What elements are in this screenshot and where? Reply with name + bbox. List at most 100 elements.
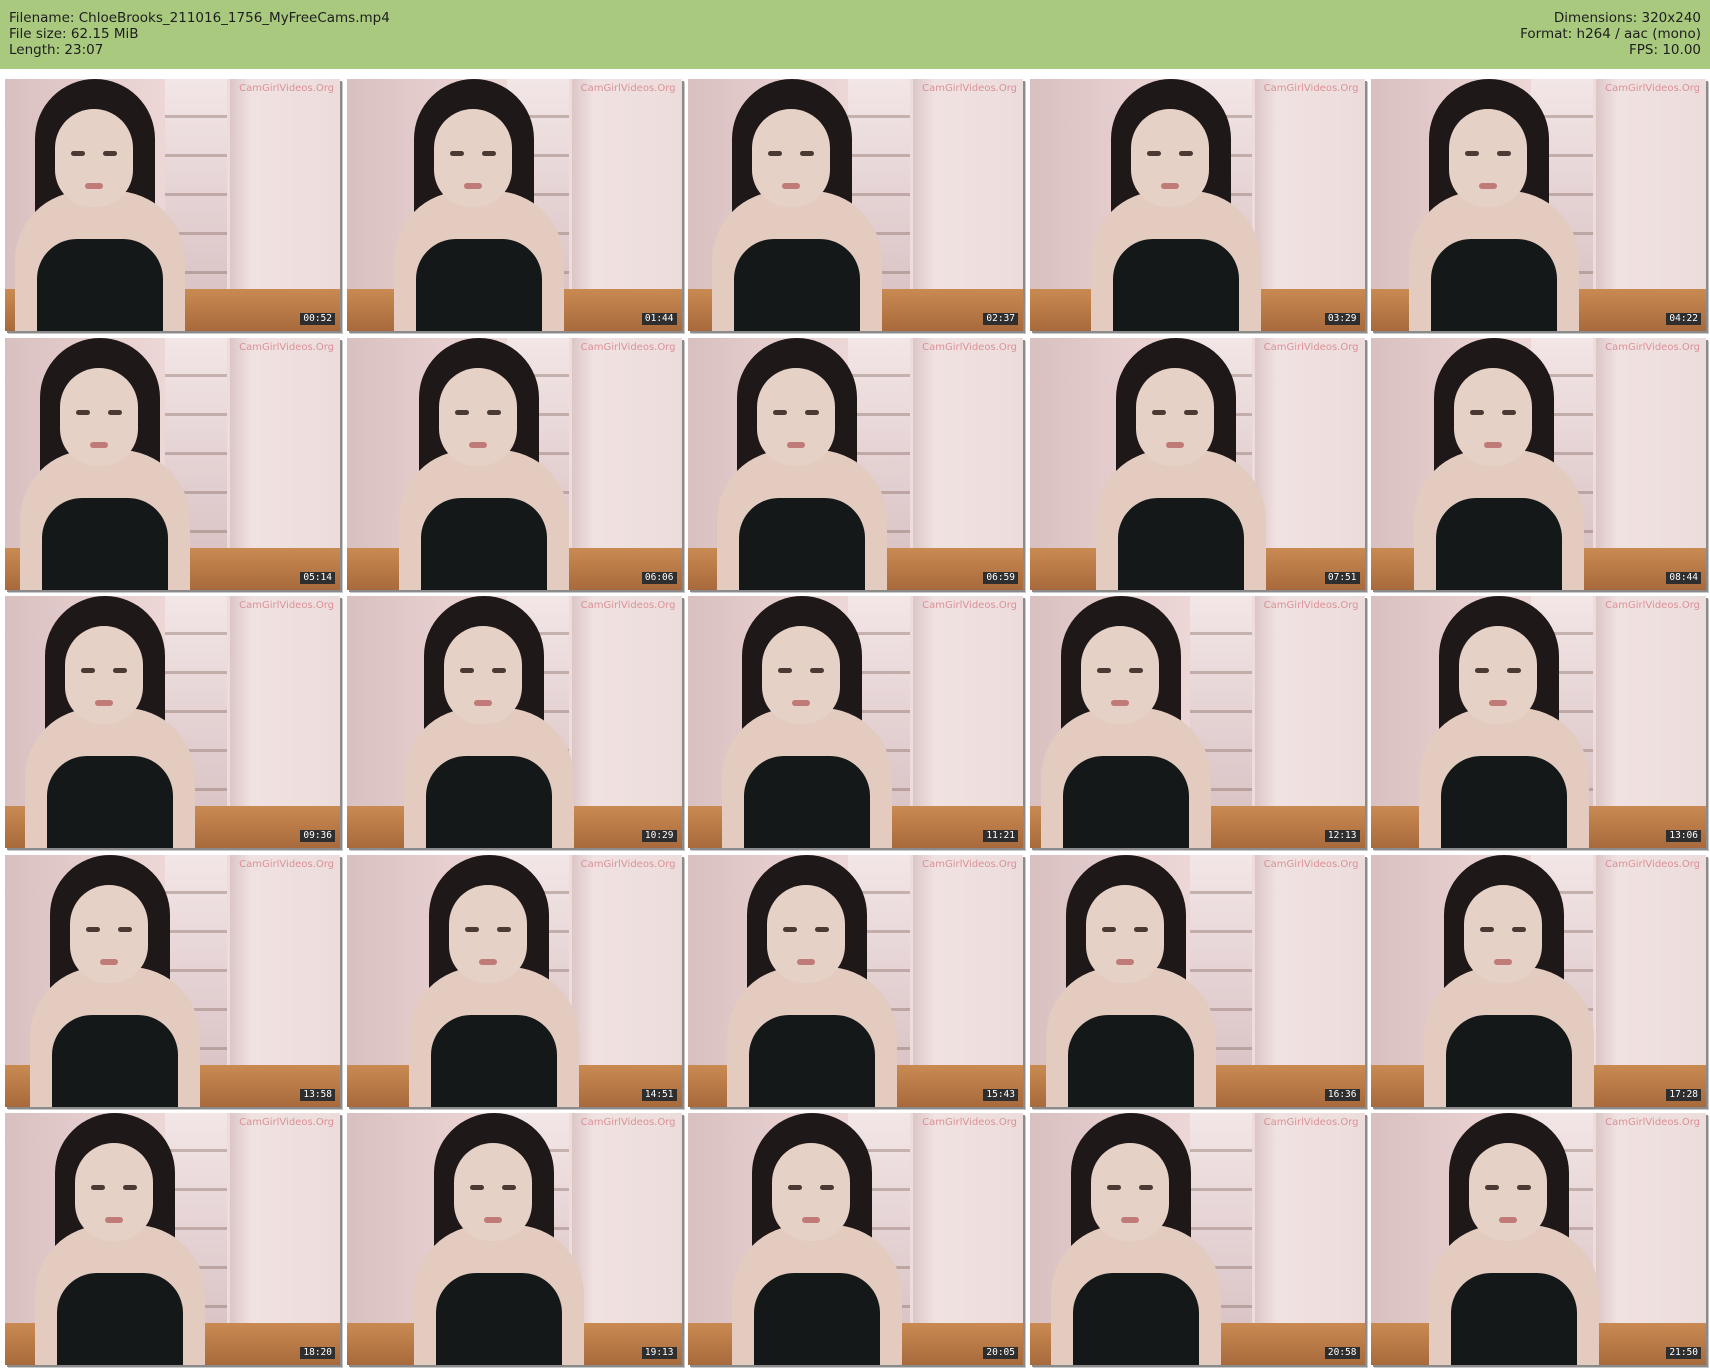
thumbnail-frame: CamGirlVideos.Org 12:13	[1029, 596, 1365, 848]
thumbnail-frame: CamGirlVideos.Org 09:36	[5, 596, 340, 848]
thumbnail-frame: CamGirlVideos.Org 18:20	[5, 1113, 340, 1365]
timestamp-label: 20:05	[983, 1347, 1018, 1359]
video-frame-image	[5, 79, 340, 331]
timestamp-label: 00:52	[300, 313, 335, 325]
thumbnail-frame: CamGirlVideos.Org 08:44	[1371, 337, 1706, 590]
watermark-text: CamGirlVideos.Org	[239, 858, 334, 870]
video-frame-image	[1371, 596, 1706, 848]
thumbnail-frame: CamGirlVideos.Org 07:51	[1029, 337, 1365, 590]
video-frame-image	[1371, 79, 1706, 331]
video-frame-image	[688, 854, 1023, 1107]
timestamp-label: 17:28	[1666, 1088, 1701, 1101]
watermark-text: CamGirlVideos.Org	[580, 858, 676, 870]
thumbnail-frame: CamGirlVideos.Org 11:21	[688, 596, 1023, 848]
timestamp-label: 21:50	[1666, 1347, 1701, 1359]
video-frame-image	[346, 596, 682, 848]
timestamp-label: 03:29	[1324, 313, 1360, 325]
watermark-text: CamGirlVideos.Org	[239, 1117, 334, 1128]
video-frame-image	[5, 854, 340, 1107]
timestamp-label: 09:36	[300, 830, 335, 842]
watermark-text: CamGirlVideos.Org	[1263, 858, 1359, 870]
timestamp-label: 10:29	[641, 830, 677, 842]
video-frame-image	[688, 79, 1023, 331]
video-frame-image	[1371, 1113, 1706, 1365]
thumbnail-frame: CamGirlVideos.Org 19:13	[346, 1113, 682, 1365]
timestamp-label: 08:44	[1666, 571, 1701, 584]
watermark-text: CamGirlVideos.Org	[239, 600, 334, 611]
thumbnail-frame: CamGirlVideos.Org 04:22	[1371, 79, 1706, 331]
thumbnail-grid: CamGirlVideos.Org 00:52 CamGirlVideos.Org 0…	[0, 0, 1710, 1370]
thumbnail-frame: CamGirlVideos.Org 06:59	[688, 337, 1023, 590]
watermark-text: CamGirlVideos.Org	[580, 600, 676, 611]
watermark-text: CamGirlVideos.Org	[1605, 858, 1700, 870]
video-frame-image	[688, 1113, 1023, 1365]
watermark-text: CamGirlVideos.Org	[1263, 341, 1359, 353]
video-frame-image	[346, 337, 682, 590]
timestamp-label: 13:06	[1666, 830, 1701, 842]
timestamp-label: 20:58	[1324, 1347, 1360, 1359]
watermark-text: CamGirlVideos.Org	[922, 858, 1017, 870]
thumbnail-frame: CamGirlVideos.Org 16:36	[1029, 854, 1365, 1107]
watermark-text: CamGirlVideos.Org	[1605, 341, 1700, 353]
watermark-text: CamGirlVideos.Org	[922, 1117, 1017, 1128]
thumbnail-frame: CamGirlVideos.Org 17:28	[1371, 854, 1706, 1107]
video-frame-image	[1029, 854, 1365, 1107]
thumbnail-frame: CamGirlVideos.Org 00:52	[5, 79, 340, 331]
video-frame-image	[346, 1113, 682, 1365]
timestamp-label: 05:14	[300, 571, 335, 584]
video-frame-image	[688, 596, 1023, 848]
video-frame-image	[5, 337, 340, 590]
thumbnail-frame: CamGirlVideos.Org 21:50	[1371, 1113, 1706, 1365]
timestamp-label: 16:36	[1324, 1088, 1360, 1101]
thumbnail-frame: CamGirlVideos.Org 10:29	[346, 596, 682, 848]
watermark-text: CamGirlVideos.Org	[922, 83, 1017, 94]
thumbnail-frame: CamGirlVideos.Org 06:06	[346, 337, 682, 590]
watermark-text: CamGirlVideos.Org	[922, 341, 1017, 353]
timestamp-label: 04:22	[1666, 313, 1701, 325]
thumbnail-frame: CamGirlVideos.Org 20:58	[1029, 1113, 1365, 1365]
video-frame-image	[1029, 79, 1365, 331]
video-frame-image	[1371, 337, 1706, 590]
watermark-text: CamGirlVideos.Org	[1263, 83, 1359, 94]
timestamp-label: 07:51	[1324, 571, 1360, 584]
thumbnail-frame: CamGirlVideos.Org 13:58	[5, 854, 340, 1107]
video-frame-image	[1029, 1113, 1365, 1365]
video-frame-image	[688, 337, 1023, 590]
timestamp-label: 06:06	[641, 571, 677, 584]
thumbnail-frame: CamGirlVideos.Org 13:06	[1371, 596, 1706, 848]
watermark-text: CamGirlVideos.Org	[1605, 1117, 1700, 1128]
video-frame-image	[1029, 337, 1365, 590]
watermark-text: CamGirlVideos.Org	[1605, 600, 1700, 611]
video-frame-image	[346, 854, 682, 1107]
watermark-text: CamGirlVideos.Org	[1263, 600, 1359, 611]
timestamp-label: 13:58	[300, 1088, 335, 1101]
timestamp-label: 15:43	[983, 1088, 1018, 1101]
watermark-text: CamGirlVideos.Org	[239, 83, 334, 94]
thumbnail-frame: CamGirlVideos.Org 05:14	[5, 337, 340, 590]
timestamp-label: 06:59	[983, 571, 1018, 584]
watermark-text: CamGirlVideos.Org	[1263, 1117, 1359, 1128]
thumbnail-frame: CamGirlVideos.Org 03:29	[1029, 79, 1365, 331]
watermark-text: CamGirlVideos.Org	[922, 600, 1017, 611]
timestamp-label: 02:37	[983, 313, 1018, 325]
timestamp-label: 11:21	[983, 830, 1018, 842]
timestamp-label: 18:20	[300, 1347, 335, 1359]
watermark-text: CamGirlVideos.Org	[580, 1117, 676, 1128]
watermark-text: CamGirlVideos.Org	[580, 341, 676, 353]
timestamp-label: 01:44	[641, 313, 677, 325]
thumbnail-frame: CamGirlVideos.Org 01:44	[346, 79, 682, 331]
video-frame-image	[5, 596, 340, 848]
watermark-text: CamGirlVideos.Org	[1605, 83, 1700, 94]
timestamp-label: 19:13	[641, 1347, 677, 1359]
video-frame-image	[1371, 854, 1706, 1107]
timestamp-label: 12:13	[1324, 830, 1360, 842]
thumbnail-frame: CamGirlVideos.Org 20:05	[688, 1113, 1023, 1365]
watermark-text: CamGirlVideos.Org	[580, 83, 676, 94]
video-frame-image	[1029, 596, 1365, 848]
watermark-text: CamGirlVideos.Org	[239, 341, 334, 353]
video-frame-image	[5, 1113, 340, 1365]
video-frame-image	[346, 79, 682, 331]
thumbnail-frame: CamGirlVideos.Org 15:43	[688, 854, 1023, 1107]
thumbnail-frame: CamGirlVideos.Org 02:37	[688, 79, 1023, 331]
timestamp-label: 14:51	[641, 1088, 677, 1101]
